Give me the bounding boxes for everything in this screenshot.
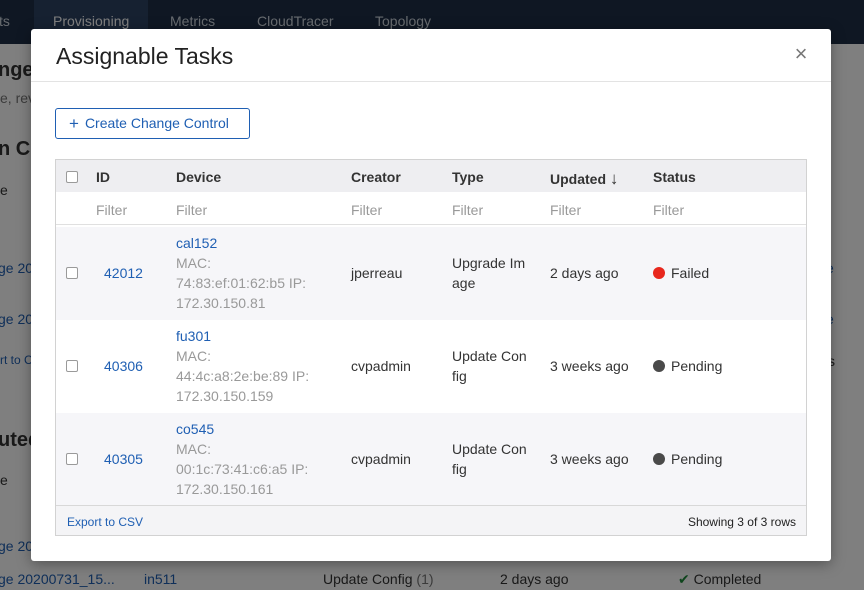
device-ip-value: 172.30.150.81 [176,295,266,311]
device-mac-label: MAC: [176,441,211,457]
filter-row [56,192,806,225]
table-header: ID Device Creator Type Updated ↓ Status [56,160,806,192]
row-checkbox[interactable] [66,453,78,465]
column-header-creator[interactable]: Creator [351,169,401,185]
filter-input-status[interactable]: Filter [653,202,684,218]
column-header-device[interactable]: Device [176,169,221,185]
device-mac-label: MAC: [176,255,211,271]
device-mac-value: 74:83:ef:01:62:b5 IP: [176,275,306,291]
status-cell: Failed [653,263,709,283]
sort-arrow-down-icon: ↓ [609,169,619,188]
updated-cell: 3 weeks ago [550,451,629,467]
device-mac-value: 44:4c:a8:2e:be:89 IP: [176,368,310,384]
close-icon[interactable]: × [791,43,811,65]
table-row[interactable]: 40306 fu301 MAC: 44:4c:a8:2e:be:89 IP: 1… [56,320,806,413]
device-ip-value: 172.30.150.159 [176,388,274,404]
export-csv-link[interactable]: Export to CSV [67,515,143,529]
device-ip-value: 172.30.150.161 [176,481,274,497]
select-all-checkbox[interactable] [66,171,78,183]
status-text: Failed [671,265,710,281]
type-cell-line1: Update Con [452,348,527,364]
create-button-label: Create Change Control [84,115,229,131]
table-footer: Export to CSV Showing 3 of 3 rows [56,505,806,535]
column-header-updated-label: Updated [550,171,606,187]
type-cell-line2: fig [452,368,467,384]
updated-cell: 2 days ago [550,265,619,281]
type-cell-line2: age [452,275,476,291]
table-row[interactable]: 40305 co545 MAC: 00:1c:73:41:c6:a5 IP: 1… [56,413,806,506]
creator-cell: cvpadmin [351,358,411,374]
modal-header: Assignable Tasks × [31,29,831,82]
status-pending-icon [653,453,665,465]
type-cell-line1: Upgrade Im [452,255,526,271]
plus-icon: + [69,114,79,133]
type-cell-line1: Update Con [452,441,527,457]
row-count-label: Showing 3 of 3 rows [687,515,796,529]
table-row[interactable]: 42012 cal152 MAC: 74:83:ef:01:62:b5 IP: … [56,227,806,320]
row-checkbox[interactable] [66,267,78,279]
modal-title: Assignable Tasks [56,43,234,69]
status-cell: Pending [653,449,722,469]
device-name-link[interactable]: co545 [176,419,214,439]
filter-input-device[interactable]: Filter [176,202,207,218]
task-id-link[interactable]: 40306 [104,356,143,376]
assignable-tasks-modal: Assignable Tasks × + Create Change Contro… [31,29,831,561]
column-header-type[interactable]: Type [452,169,484,185]
task-id-link[interactable]: 42012 [104,263,143,283]
type-cell-line2: fig [452,461,467,477]
task-id-link[interactable]: 40305 [104,449,143,469]
filter-input-id[interactable]: Filter [96,202,127,218]
column-header-status[interactable]: Status [653,169,696,185]
device-name-link[interactable]: fu301 [176,326,211,346]
filter-input-type[interactable]: Filter [452,202,483,218]
row-checkbox[interactable] [66,360,78,372]
device-mac-label: MAC: [176,348,211,364]
status-cell: Pending [653,356,722,376]
status-text: Pending [671,358,723,374]
column-header-id[interactable]: ID [96,169,110,185]
filter-input-updated[interactable]: Filter [550,202,581,218]
creator-cell: cvpadmin [351,451,411,467]
tasks-table: ID Device Creator Type Updated ↓ Status … [55,159,807,536]
create-change-control-button[interactable]: + Create Change Control [55,108,250,139]
status-pending-icon [653,360,665,372]
device-name-link[interactable]: cal152 [176,233,217,253]
creator-cell: jperreau [351,265,403,281]
filter-input-creator[interactable]: Filter [351,202,382,218]
status-text: Pending [671,451,723,467]
updated-cell: 3 weeks ago [550,358,629,374]
status-failed-icon [653,267,665,279]
device-mac-value: 00:1c:73:41:c6:a5 IP: [176,461,309,477]
column-header-updated[interactable]: Updated ↓ [550,169,618,189]
